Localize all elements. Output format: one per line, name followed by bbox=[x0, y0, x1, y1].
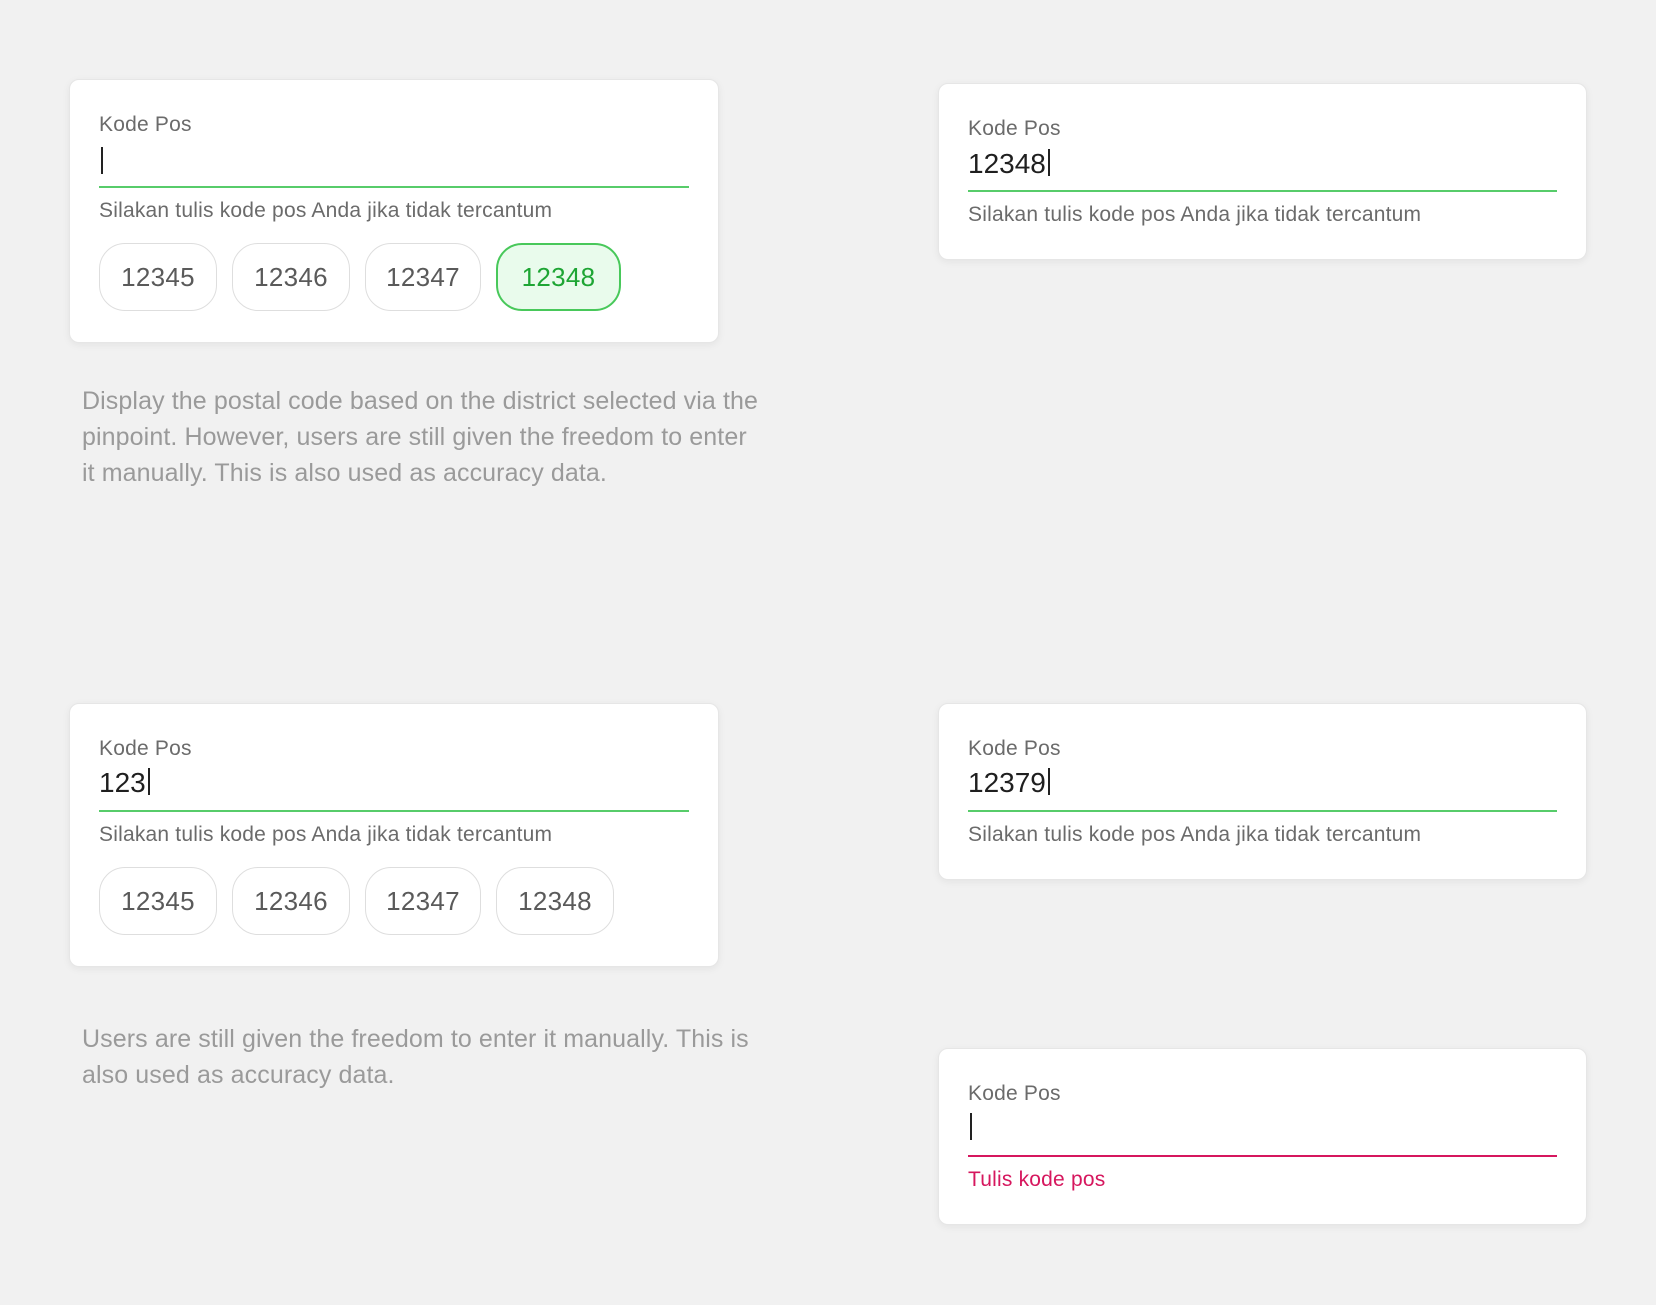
error-message: Tulis kode pos bbox=[968, 1168, 1106, 1191]
postal-code-card-filled: Kode Pos 12348 Silakan tulis kode pos An… bbox=[938, 83, 1587, 260]
postal-code-card-error: Kode Pos Tulis kode pos bbox=[938, 1048, 1587, 1225]
chip-postal-code-selected[interactable]: 12348 bbox=[496, 243, 621, 311]
helper-text: Silakan tulis kode pos Anda jika tidak t… bbox=[968, 823, 1422, 846]
postal-code-label: Kode Pos bbox=[968, 737, 1061, 760]
postal-code-input[interactable]: 12348 bbox=[968, 148, 1050, 180]
postal-code-card-manual: Kode Pos 12379 Silakan tulis kode pos An… bbox=[938, 703, 1587, 880]
helper-text: Silakan tulis kode pos Anda jika tidak t… bbox=[99, 199, 553, 222]
postal-code-label: Kode Pos bbox=[968, 117, 1061, 140]
chip-postal-code[interactable]: 12345 bbox=[99, 243, 217, 311]
postal-code-input[interactable] bbox=[968, 1112, 972, 1144]
postal-code-chips: 12345 12346 12347 12348 bbox=[99, 243, 621, 311]
postal-code-card-suggestions-selected: Kode Pos Silakan tulis kode pos Anda jik… bbox=[69, 79, 719, 343]
postal-code-input[interactable]: 123 bbox=[99, 767, 150, 799]
helper-text: Silakan tulis kode pos Anda jika tidak t… bbox=[99, 823, 553, 846]
postal-code-input[interactable] bbox=[99, 146, 103, 178]
chip-postal-code[interactable]: 12346 bbox=[232, 243, 350, 311]
postal-code-card-suggestions: Kode Pos 123 Silakan tulis kode pos Anda… bbox=[69, 703, 719, 967]
postal-code-input[interactable]: 12379 bbox=[968, 767, 1050, 799]
postal-code-label: Kode Pos bbox=[968, 1082, 1061, 1105]
input-underline bbox=[968, 810, 1557, 812]
input-underline bbox=[99, 186, 689, 188]
chip-postal-code[interactable]: 12348 bbox=[496, 867, 614, 935]
text-cursor-icon bbox=[101, 147, 103, 174]
chip-postal-code[interactable]: 12347 bbox=[365, 243, 481, 311]
text-cursor-icon bbox=[147, 768, 150, 795]
input-underline bbox=[99, 810, 689, 812]
postal-code-label: Kode Pos bbox=[99, 737, 192, 760]
description-bottom: Users are still given the freedom to ent… bbox=[82, 1025, 749, 1089]
chip-postal-code[interactable]: 12345 bbox=[99, 867, 217, 935]
postal-code-chips: 12345 12346 12347 12348 bbox=[99, 867, 614, 935]
input-underline bbox=[968, 190, 1557, 192]
chip-postal-code[interactable]: 12347 bbox=[365, 867, 481, 935]
text-cursor-icon bbox=[970, 1113, 972, 1140]
description-top: Display the postal code based on the dis… bbox=[82, 387, 759, 487]
input-underline-error bbox=[968, 1155, 1557, 1157]
postal-code-value: 123 bbox=[99, 767, 146, 798]
chip-postal-code[interactable]: 12346 bbox=[232, 867, 350, 935]
text-cursor-icon bbox=[1047, 768, 1050, 795]
postal-code-value: 12348 bbox=[968, 148, 1046, 179]
text-cursor-icon bbox=[1047, 149, 1050, 176]
helper-text: Silakan tulis kode pos Anda jika tidak t… bbox=[968, 203, 1422, 226]
postal-code-value: 12379 bbox=[968, 767, 1046, 798]
postal-code-label: Kode Pos bbox=[99, 113, 192, 136]
